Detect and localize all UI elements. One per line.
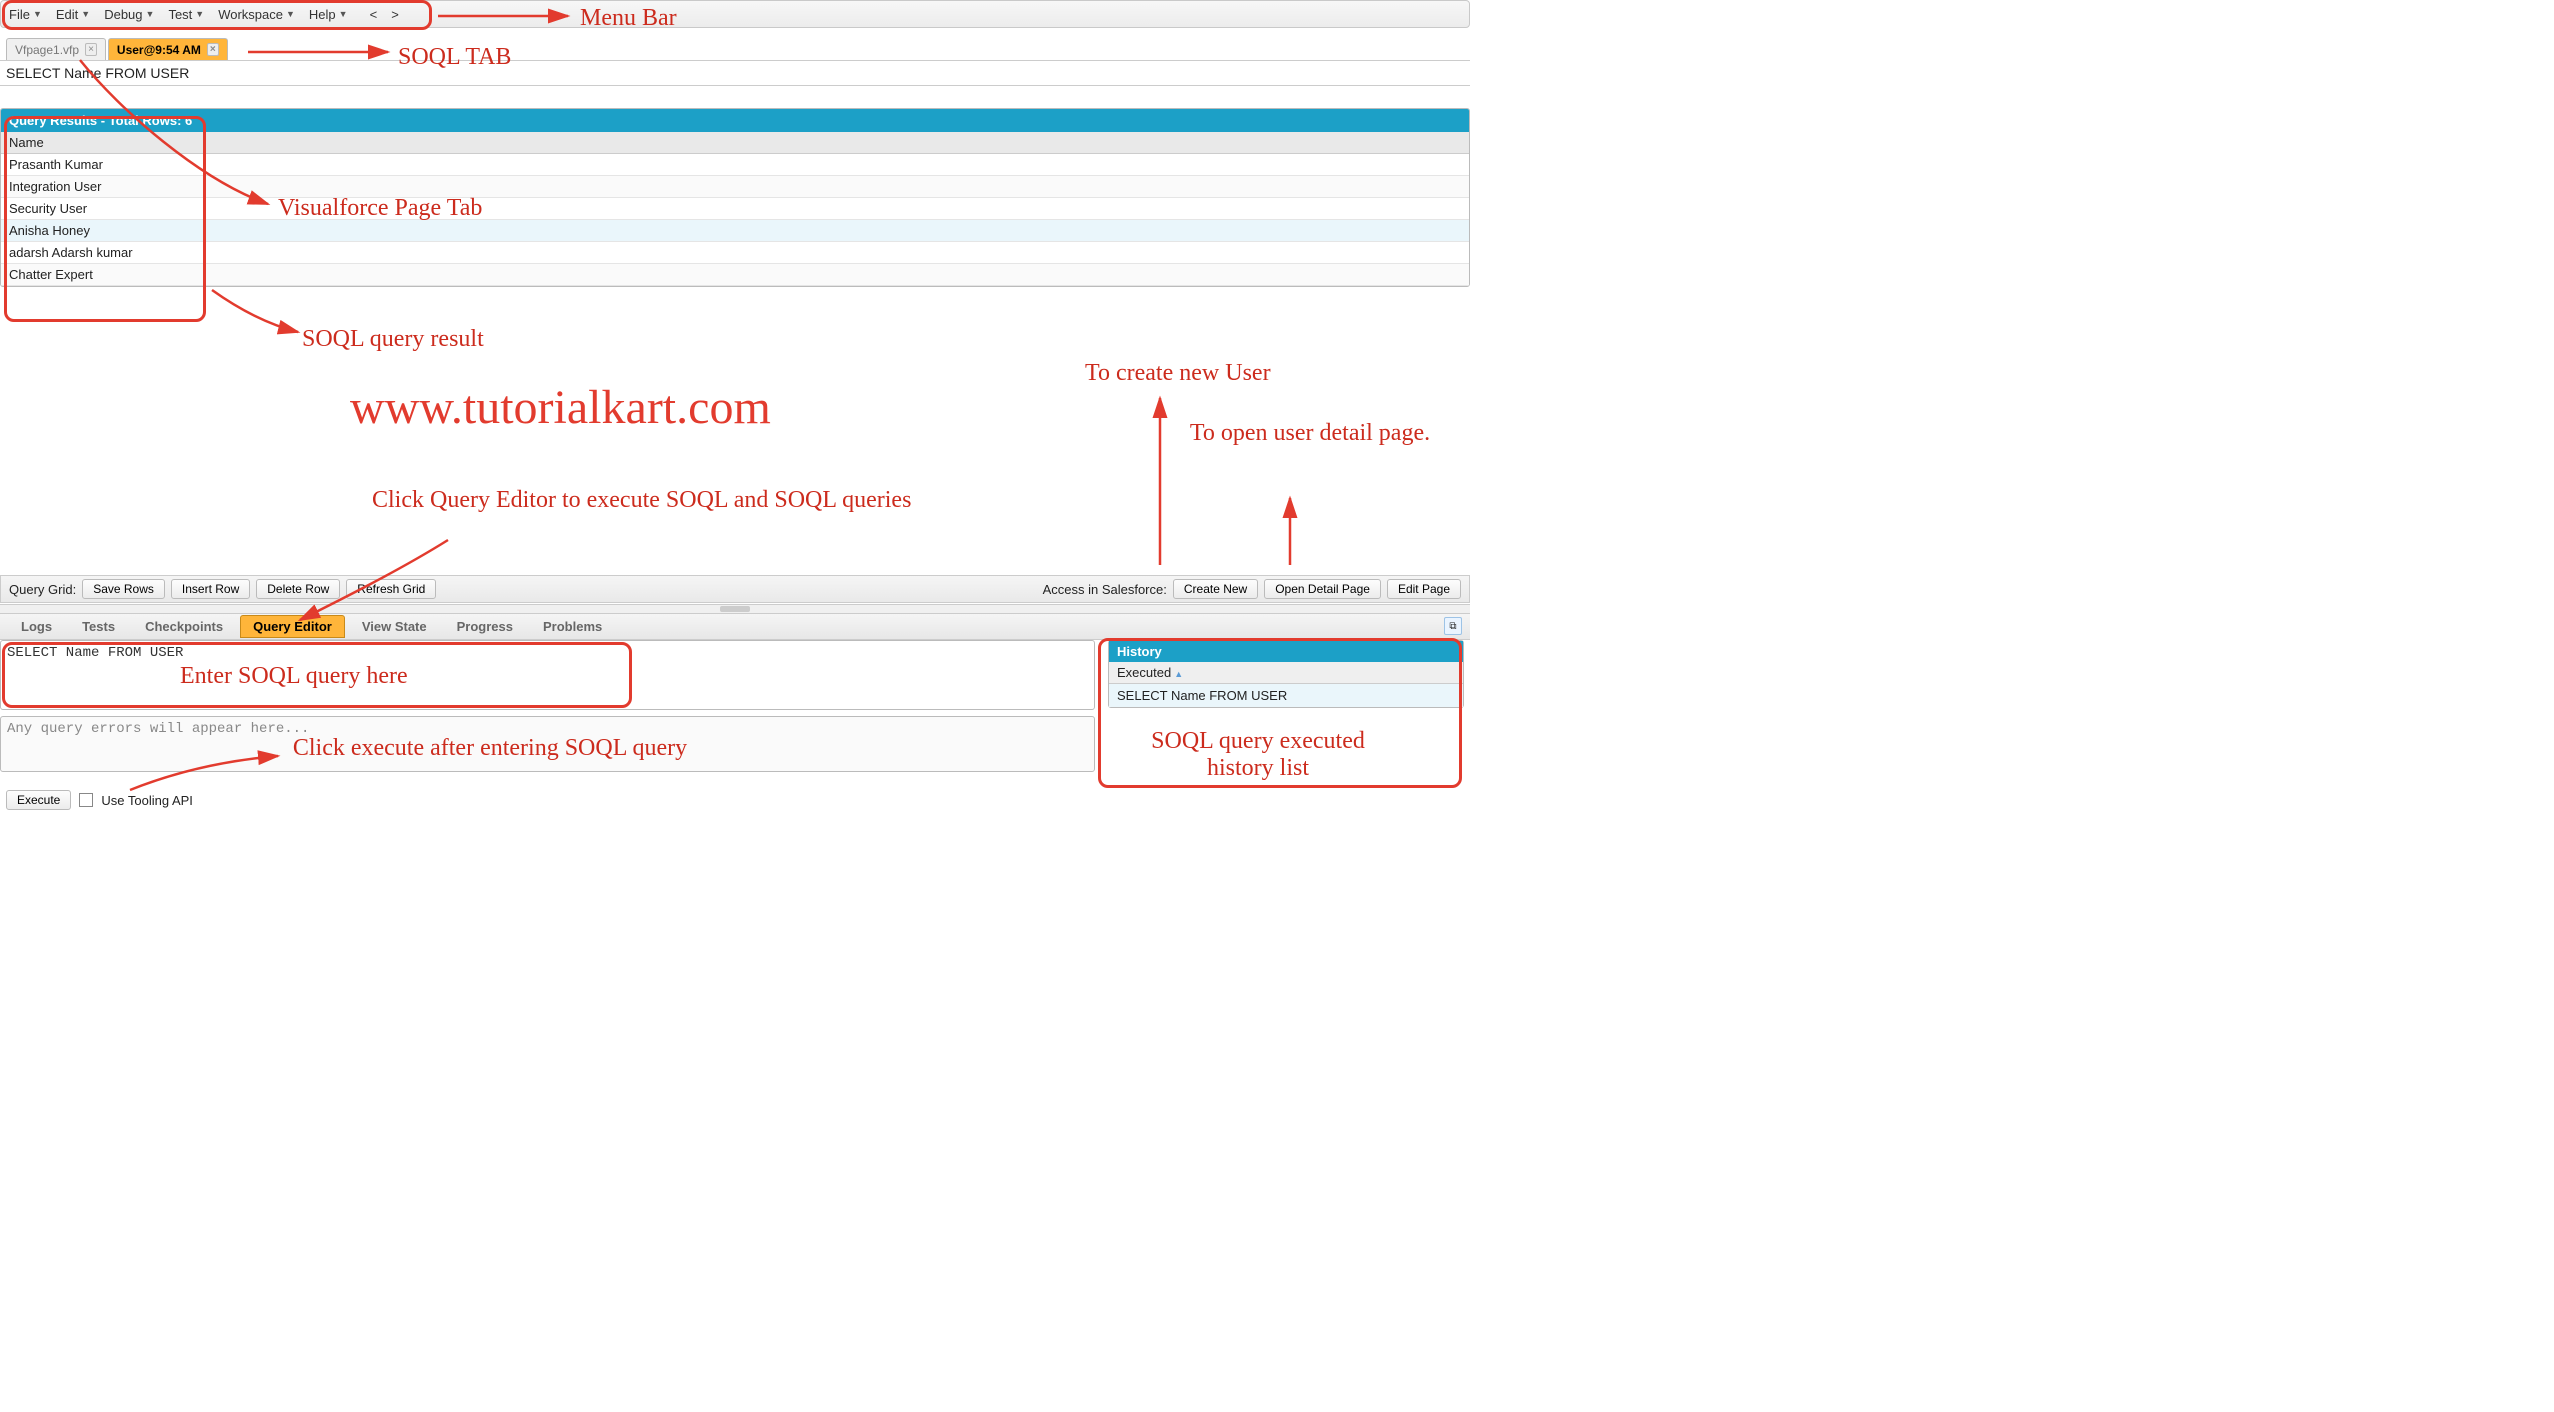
query-display: SELECT Name FROM USER xyxy=(0,60,1470,86)
nav-next[interactable]: > xyxy=(391,7,399,22)
insert-row-button[interactable]: Insert Row xyxy=(171,579,250,599)
tab-label: User@9:54 AM xyxy=(117,43,201,57)
open-detail-button[interactable]: Open Detail Page xyxy=(1264,579,1381,599)
tab-problems[interactable]: Problems xyxy=(530,615,615,638)
anno-history: SOQL query executed history list xyxy=(1118,728,1398,782)
tab-label: Vfpage1.vfp xyxy=(15,43,79,57)
grid-toolbar: Query Grid: Save Rows Insert Row Delete … xyxy=(0,575,1470,603)
chevron-down-icon: ▼ xyxy=(146,9,155,19)
document-tabs: Vfpage1.vfp × User@9:54 AM × xyxy=(0,34,1470,60)
save-rows-button[interactable]: Save Rows xyxy=(82,579,165,599)
close-icon[interactable]: × xyxy=(85,43,97,56)
history-column-header[interactable]: Executed▲ xyxy=(1109,662,1463,684)
create-new-button[interactable]: Create New xyxy=(1173,579,1258,599)
results-header: Query Results - Total Rows: 6 xyxy=(1,109,1469,132)
splitter-handle[interactable] xyxy=(0,604,1470,614)
chevron-down-icon: ▼ xyxy=(195,9,204,19)
chevron-down-icon: ▼ xyxy=(33,9,42,19)
anno-menu-bar: Menu Bar xyxy=(580,5,677,32)
tab-vfpage[interactable]: Vfpage1.vfp × xyxy=(6,38,106,60)
watermark-text: www.tutorialkart.com xyxy=(350,380,771,435)
query-results-panel: Query Results - Total Rows: 6 Name Prasa… xyxy=(0,108,1470,287)
history-row[interactable]: SELECT Name FROM USER xyxy=(1109,684,1463,707)
table-row[interactable]: adarsh Adarsh kumar xyxy=(1,242,1469,264)
menu-bar: File▼ Edit▼ Debug▼ Test▼ Workspace▼ Help… xyxy=(0,0,1470,28)
history-panel: History Executed▲ SELECT Name FROM USER xyxy=(1108,640,1464,708)
tab-checkpoints[interactable]: Checkpoints xyxy=(132,615,236,638)
table-row[interactable]: Chatter Expert xyxy=(1,264,1469,286)
tab-query-editor[interactable]: Query Editor xyxy=(240,615,345,638)
table-row[interactable]: Anisha Honey xyxy=(1,220,1469,242)
table-row[interactable]: Integration User xyxy=(1,176,1469,198)
menu-debug[interactable]: Debug▼ xyxy=(104,7,154,22)
access-salesforce-label: Access in Salesforce: xyxy=(1043,582,1167,597)
anno-soql-result: SOQL query result xyxy=(302,326,484,353)
anno-enter-query: Enter SOQL query here xyxy=(180,663,408,690)
query-grid-label: Query Grid: xyxy=(9,582,76,597)
refresh-grid-button[interactable]: Refresh Grid xyxy=(346,579,436,599)
tab-progress[interactable]: Progress xyxy=(444,615,526,638)
tab-soql-user[interactable]: User@9:54 AM × xyxy=(108,38,228,60)
soql-query-input[interactable]: SELECT Name FROM USER xyxy=(0,640,1095,710)
tooling-api-label: Use Tooling API xyxy=(101,793,193,808)
history-title: History xyxy=(1109,641,1463,662)
anno-open-detail: To open user detail page. xyxy=(1170,420,1450,447)
tab-logs[interactable]: Logs xyxy=(8,615,65,638)
column-header[interactable]: Name xyxy=(1,132,1469,154)
results-grid: Name Prasanth Kumar Integration User Sec… xyxy=(1,132,1469,286)
chevron-down-icon: ▼ xyxy=(339,9,348,19)
close-icon[interactable]: × xyxy=(207,43,219,56)
expand-icon[interactable]: ⧉ xyxy=(1444,617,1462,635)
menu-file[interactable]: File▼ xyxy=(9,7,42,22)
execute-button[interactable]: Execute xyxy=(6,790,71,810)
tab-tests[interactable]: Tests xyxy=(69,615,128,638)
delete-row-button[interactable]: Delete Row xyxy=(256,579,340,599)
menu-test[interactable]: Test▼ xyxy=(168,7,204,22)
sort-asc-icon: ▲ xyxy=(1174,669,1183,679)
anno-create-new: To create new User xyxy=(1085,360,1271,387)
menu-workspace[interactable]: Workspace▼ xyxy=(218,7,295,22)
anno-soql-tab: SOQL TAB xyxy=(398,44,511,71)
nav-prev[interactable]: < xyxy=(370,7,378,22)
table-row[interactable]: Prasanth Kumar xyxy=(1,154,1469,176)
menu-edit[interactable]: Edit▼ xyxy=(56,7,90,22)
anno-click-execute: Click execute after entering SOQL query xyxy=(290,735,690,762)
lower-tabs: Logs Tests Checkpoints Query Editor View… xyxy=(0,614,1470,640)
menu-help[interactable]: Help▼ xyxy=(309,7,348,22)
anno-query-editor: Click Query Editor to execute SOQL and S… xyxy=(372,487,911,514)
table-row[interactable]: Security User xyxy=(1,198,1469,220)
chevron-down-icon: ▼ xyxy=(286,9,295,19)
tooling-api-checkbox[interactable] xyxy=(79,793,93,807)
edit-page-button[interactable]: Edit Page xyxy=(1387,579,1461,599)
chevron-down-icon: ▼ xyxy=(81,9,90,19)
execute-bar: Execute Use Tooling API xyxy=(0,788,1470,812)
tab-view-state[interactable]: View State xyxy=(349,615,440,638)
anno-vf-tab: Visualforce Page Tab xyxy=(278,195,482,222)
